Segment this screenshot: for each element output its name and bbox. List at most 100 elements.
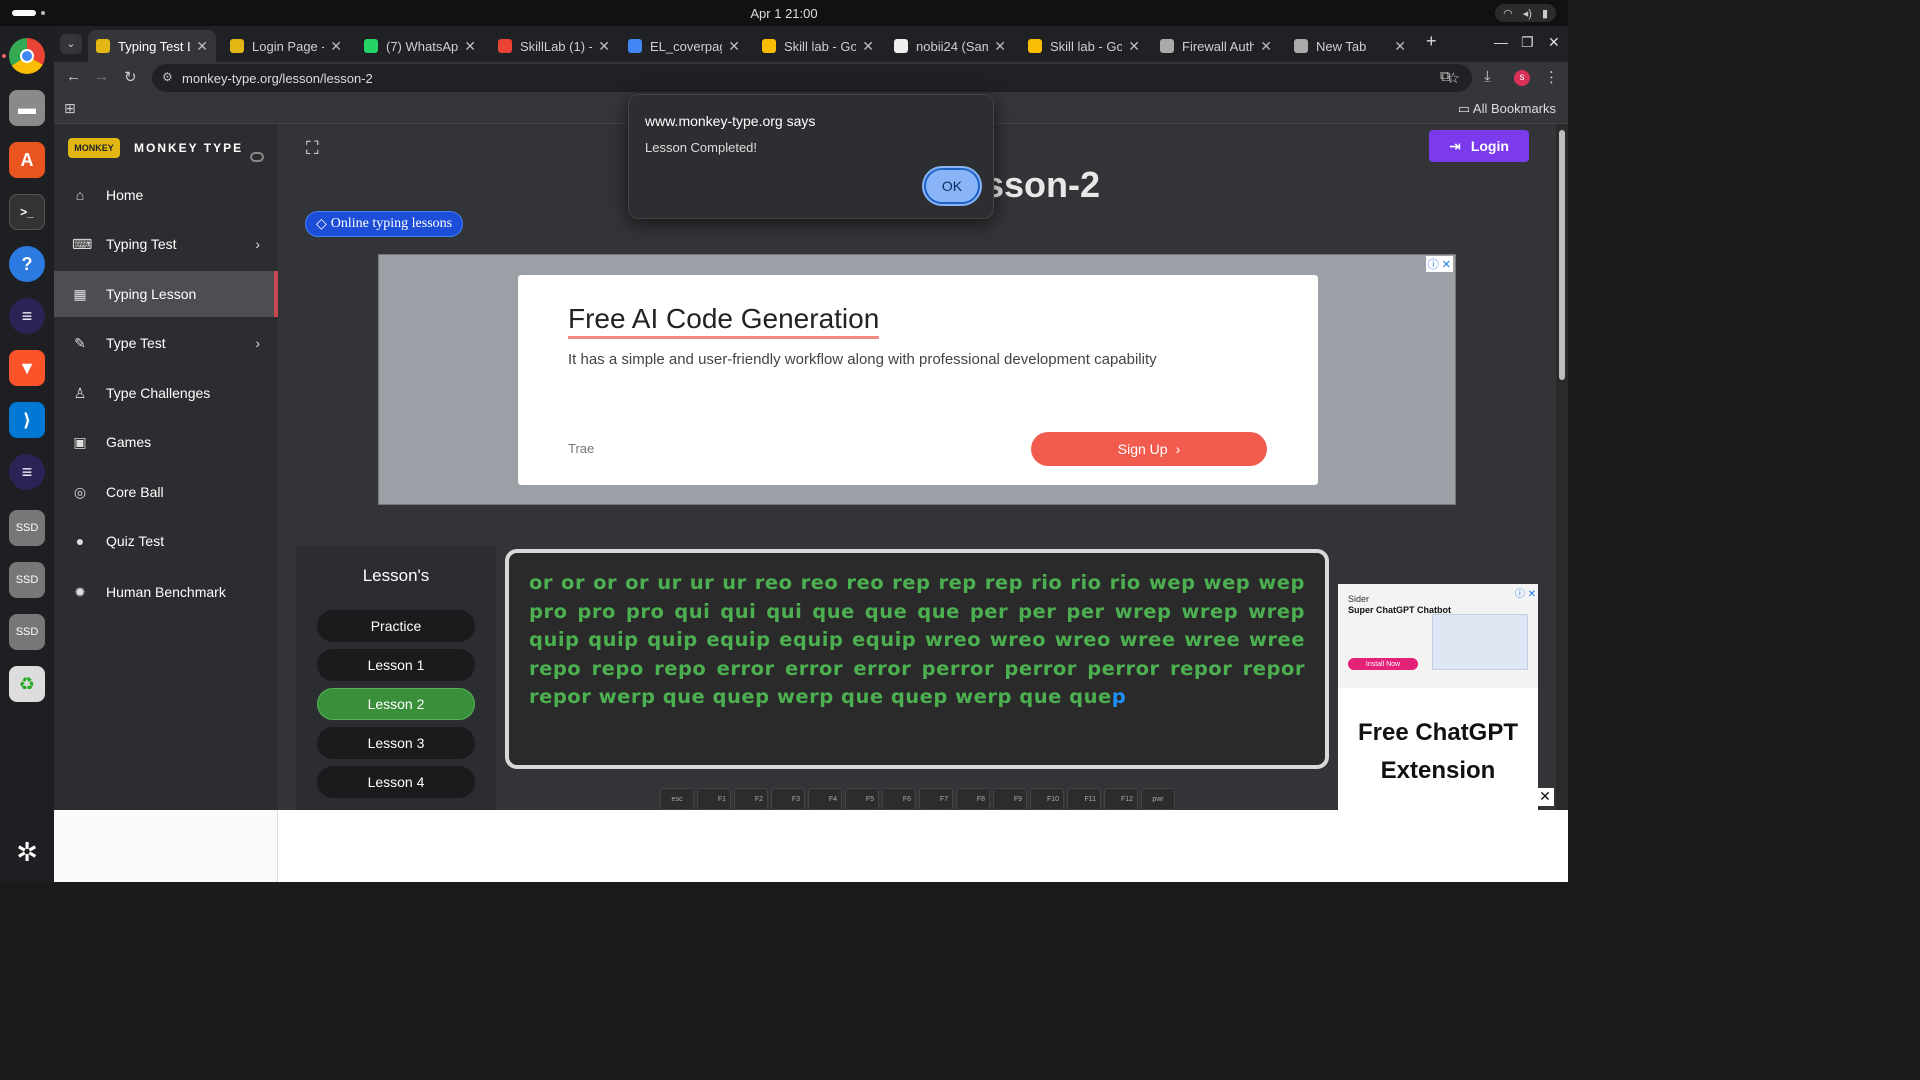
tab-close-icon[interactable]: ✕ — [464, 38, 476, 55]
side-ad-dismiss-icon[interactable]: ✕ — [1536, 788, 1554, 806]
terminal-icon[interactable]: >_ — [9, 194, 45, 230]
trash-icon[interactable]: ♻ — [9, 666, 45, 702]
side-ad-close-icon[interactable]: ⓘ ✕ — [1515, 585, 1536, 600]
ad-advertiser: Trae — [568, 441, 595, 456]
tab-search-icon[interactable]: ⌄ — [60, 34, 82, 54]
browser-tab[interactable]: SkillLab (1) - S ✕ — [490, 30, 618, 62]
side-ad[interactable]: Sider Super ChatGPT Chatbot Install Now … — [1338, 584, 1538, 810]
browser-tab[interactable]: Firewall Auth ✕ — [1152, 30, 1280, 62]
keyboard-key: F11 — [1067, 788, 1101, 810]
scrollbar-thumb[interactable] — [1559, 130, 1565, 380]
browser-tab[interactable]: Skill lab - Goo ✕ — [754, 30, 882, 62]
ad-signup-button[interactable]: Sign Up › — [1031, 432, 1267, 466]
app-center-icon[interactable]: A — [9, 142, 45, 178]
lesson-button[interactable]: Lesson 3 — [317, 727, 475, 759]
address-bar[interactable]: ⚙ monkey-type.org/lesson/lesson-2 ☆ — [152, 64, 1472, 92]
tab-close-icon[interactable]: ✕ — [862, 38, 874, 55]
ssd-drive-icon[interactable]: SSD — [9, 562, 45, 598]
typing-area[interactable]: or or or or ur ur ur reo reo reo rep rep… — [505, 549, 1329, 769]
brave-icon[interactable]: ▼ — [9, 350, 45, 386]
nav-item-typing-lesson[interactable]: ▦ Typing Lesson — [54, 271, 278, 317]
nav-label: Type Test — [106, 335, 166, 351]
dialog-ok-button[interactable]: OK — [924, 168, 980, 204]
forward-icon[interactable]: → — [94, 68, 109, 85]
tag-icon: ◇ — [316, 216, 327, 232]
lessons-panel: Lesson's Practice Lesson 1 Lesson 2 Lesson … — [296, 546, 496, 810]
close-window-icon[interactable]: ✕ — [1548, 34, 1560, 51]
dock: ▬ A >_ ? ≡ ▼ ⟩ ≡ SSD SSD SSD ♻ ✲ — [0, 26, 54, 882]
nav-item-quiz-test[interactable]: ● Quiz Test — [54, 518, 278, 564]
tab-close-icon[interactable]: ✕ — [728, 38, 740, 55]
ssd-drive-icon[interactable]: SSD — [9, 614, 45, 650]
apps-grid-icon[interactable]: ⊞ — [64, 100, 76, 117]
nav-item-core-ball[interactable]: ◎ Core Ball — [54, 469, 278, 515]
all-bookmarks[interactable]: ▭ All Bookmarks — [1458, 101, 1556, 117]
nav-item-typing-test[interactable]: ⌨ Typing Test › — [54, 221, 278, 267]
tab-close-icon[interactable]: ✕ — [1260, 38, 1272, 55]
nav-label: Typing Lesson — [106, 286, 197, 302]
keyboard-key: esc — [660, 788, 694, 810]
login-button[interactable]: ⇥ Login — [1429, 130, 1529, 162]
system-clock[interactable]: Apr 1 21:00 — [750, 6, 817, 21]
ad-card[interactable]: Free AI Code Generation It has a simple … — [518, 275, 1318, 485]
activities-indicator[interactable] — [12, 10, 36, 16]
nav-item-type-challenges[interactable]: ♙ Type Challenges — [54, 370, 278, 416]
page-bottom-area — [54, 810, 1568, 882]
ssd-drive-icon[interactable]: SSD — [9, 510, 45, 546]
tab-close-icon[interactable]: ✕ — [1394, 38, 1406, 55]
browser-tab[interactable]: New Tab ✕ — [1286, 30, 1414, 62]
tab-close-icon[interactable]: ✕ — [1128, 38, 1140, 55]
system-tray[interactable]: ◠ ◂) ▮ — [1495, 4, 1556, 22]
nav-item-games[interactable]: ▣ Games — [54, 419, 278, 465]
side-ad-image[interactable]: Sider Super ChatGPT Chatbot Install Now … — [1338, 584, 1538, 688]
new-tab-button[interactable]: + — [1426, 31, 1437, 52]
ad-banner[interactable]: ⓘ ✕ Free AI Code Generation It has a sim… — [378, 254, 1456, 505]
site-info-icon[interactable]: ⚙ — [162, 70, 173, 84]
nav-item-type-test[interactable]: ✎ Type Test › — [54, 320, 278, 366]
nav-item-human-benchmark[interactable]: ✹ Human Benchmark — [54, 569, 278, 615]
browser-tab[interactable]: (7) WhatsApp ✕ — [356, 30, 484, 62]
web-page: MONKEY MONKEY TYPE ⌂ Home ⌨ Typing Test › ▦ Ty… — [54, 124, 1568, 810]
browser-tab[interactable]: nobii24 (Sam ✕ — [886, 30, 1014, 62]
login-icon: ⇥ — [1449, 137, 1461, 154]
browser-tab[interactable]: Skill lab - Goo ✕ — [1020, 30, 1148, 62]
wifi-icon: ◠ — [1503, 7, 1513, 20]
tab-close-icon[interactable]: ✕ — [994, 38, 1006, 55]
menu-kebab-icon[interactable]: ⋮ — [1544, 68, 1559, 86]
nav-item-home[interactable]: ⌂ Home — [54, 172, 278, 218]
browser-tab[interactable]: Typing Test Le ✕ — [88, 30, 216, 62]
browser-tab[interactable]: EL_coverpage ✕ — [620, 30, 748, 62]
tab-close-icon[interactable]: ✕ — [196, 38, 208, 55]
ad-close-icon[interactable]: ⓘ ✕ — [1425, 256, 1453, 272]
brand[interactable]: MONKEY MONKEY TYPE — [68, 138, 243, 158]
minimize-icon[interactable]: — — [1494, 34, 1508, 50]
online-lessons-tag[interactable]: ◇ Online typing lessons — [305, 211, 464, 237]
nav-icon: ♙ — [73, 384, 87, 401]
tab-close-icon[interactable]: ✕ — [598, 38, 610, 55]
profile-avatar[interactable]: s — [1514, 70, 1530, 86]
chrome-icon[interactable] — [9, 38, 45, 74]
nav-icon: ✎ — [74, 334, 86, 351]
lesson-button[interactable]: Lesson 4 — [317, 766, 475, 798]
page-scrollbar[interactable] — [1556, 124, 1568, 810]
vscode-icon[interactable]: ⟩ — [9, 402, 45, 438]
fullscreen-icon[interactable]: ⛶ — [306, 138, 319, 159]
lesson-button[interactable]: Practice — [317, 610, 475, 642]
ubuntu-apps-icon[interactable]: ✲ — [9, 834, 45, 870]
lesson-button[interactable]: Lesson 1 — [317, 649, 475, 681]
help-icon[interactable]: ? — [9, 246, 45, 282]
lesson-button[interactable]: Lesson 2 — [317, 688, 475, 720]
files-icon[interactable]: ▬ — [9, 90, 45, 126]
eclipse-icon[interactable]: ≡ — [9, 298, 45, 334]
side-ad-install-button[interactable]: Install Now — [1348, 658, 1418, 670]
download-icon[interactable]: ⤓ — [1484, 68, 1491, 85]
back-icon[interactable]: ← — [66, 68, 81, 85]
browser-tab[interactable]: Login Page - ✕ — [222, 30, 350, 62]
eclipse-2-icon[interactable]: ≡ — [9, 454, 45, 490]
reload-icon[interactable]: ↻ — [124, 68, 137, 86]
tab-close-icon[interactable]: ✕ — [330, 38, 342, 55]
sidebar-toggle-icon[interactable] — [250, 152, 264, 162]
keyboard-key: F9 — [993, 788, 1027, 810]
extensions-icon[interactable]: ⧉ — [1440, 68, 1451, 85]
maximize-icon[interactable]: ❐ — [1521, 34, 1534, 51]
